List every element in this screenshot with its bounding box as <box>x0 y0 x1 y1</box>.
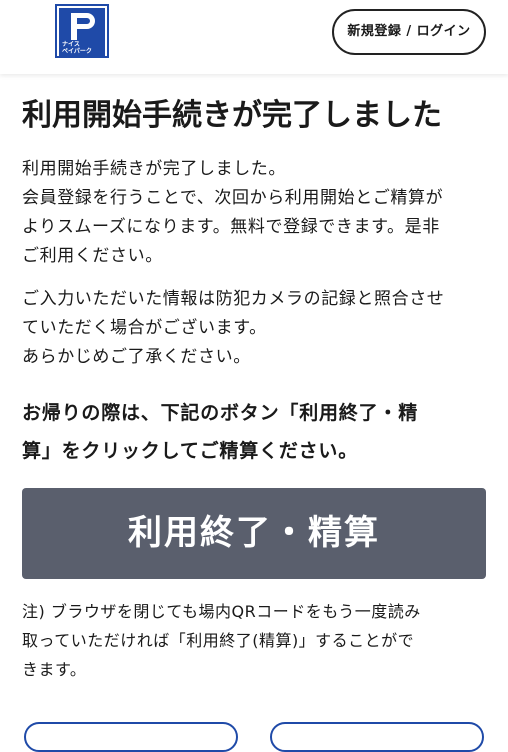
page-title: 利用開始手続きが完了しました <box>22 98 442 133</box>
bottom-button-left[interactable] <box>24 722 238 752</box>
header: ナイス ペイパーク 新規登録 / ログイン <box>0 0 508 74</box>
completion-message: 利用開始手続きが完了しました。 会員登録を行うことで、次回から利用開始とご精算が… <box>22 159 444 266</box>
camera-notice: ご入力いただいた情報は防犯カメラの記録と照合させ ていただく場合がございます。 … <box>22 289 445 367</box>
logo-text: ナイス ペイパーク <box>59 40 105 56</box>
nice-pay-park-logo[interactable]: ナイス ペイパーク <box>55 4 109 58</box>
end-and-pay-button[interactable]: 利用終了・精算 <box>22 488 486 579</box>
bottom-button-right[interactable] <box>270 722 484 752</box>
register-login-button[interactable]: 新規登録 / ログイン <box>332 9 486 55</box>
return-instruction: お帰りの際は、下記のボタン「利用終了・精 算」をクリックしてご精算ください。 <box>22 402 419 462</box>
parking-p-icon <box>59 8 105 40</box>
qr-note: 注) ブラウザを閉じても場内QRコードをもう一度読み 取っていただければ「利用終… <box>22 602 421 679</box>
